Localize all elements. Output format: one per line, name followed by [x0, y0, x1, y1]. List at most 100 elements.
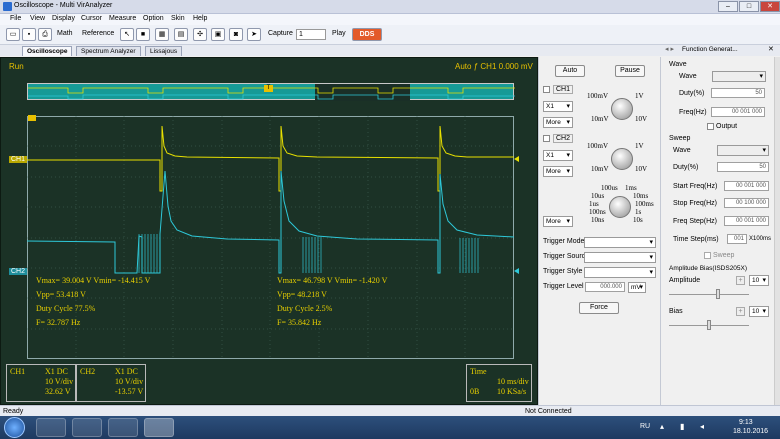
camera-icon[interactable]: ◙ [229, 28, 243, 41]
taskbar-browser-icon[interactable] [36, 418, 66, 437]
fg-amplitude-select[interactable]: 10 [749, 275, 769, 286]
menu-bar: File View Display Cursor Measure Option … [0, 14, 780, 25]
taskbar-date[interactable]: 18.10.2016 [733, 428, 768, 435]
menu-help[interactable]: Help [193, 15, 207, 22]
close-button[interactable]: ✕ [760, 1, 780, 12]
menu-file[interactable]: File [10, 15, 21, 22]
trigger-mode-select[interactable] [584, 237, 656, 248]
tab-oscilloscope[interactable]: Oscilloscope [22, 46, 73, 56]
ch1-enable-label[interactable]: CH1 [553, 85, 574, 94]
tray-volume-icon[interactable]: ◂ [700, 422, 704, 431]
fg-wave-select[interactable] [712, 71, 766, 82]
fg-duty-input[interactable]: 50 [711, 88, 765, 98]
ch2-volts-knob[interactable] [611, 148, 633, 170]
fg-sweep-duty-input[interactable]: 50 [717, 162, 769, 172]
timebase-knob[interactable] [609, 196, 631, 218]
taskbar-time[interactable]: 9:13 [739, 419, 753, 426]
settings-icon[interactable]: ✣ [193, 28, 207, 41]
ch1-probe-select[interactable]: X1 [543, 101, 573, 112]
ch2-marker[interactable]: CH2 [9, 268, 28, 275]
grid-icon[interactable]: ▤ [174, 28, 188, 41]
ch1-more-select[interactable]: More [543, 117, 573, 128]
fg-amplitude-slider[interactable] [669, 294, 749, 295]
capture-input[interactable]: 1 [296, 29, 326, 40]
ch2-probe-select[interactable]: X1 [543, 150, 573, 161]
panel-close-icon[interactable]: ✕ [768, 45, 774, 53]
ch1-vpp: Vpp= 53.418 V [36, 290, 86, 299]
ch1-volt-label-tl: 100mV [587, 92, 608, 100]
ch1-info-offset: 32.62 V [45, 387, 71, 396]
save-icon[interactable]: ▪ [22, 28, 36, 41]
math-button[interactable]: Math [57, 30, 73, 37]
ch2-more-select[interactable]: More [543, 166, 573, 177]
fg-sweep-wave-select[interactable] [717, 145, 769, 156]
pointer-icon[interactable]: ➤ [247, 28, 261, 41]
menu-display[interactable]: Display [52, 15, 75, 22]
ch2-vmax-vmin: Vmax= 46.798 V Vmin= -1.420 V [277, 276, 388, 285]
trigger-time-marker[interactable]: T [264, 85, 273, 92]
trigger-level-unit-select[interactable]: mV [628, 282, 646, 293]
play-button[interactable]: Play [332, 30, 346, 37]
tray-network-icon[interactable]: ▮ [680, 422, 684, 431]
cursor-tool-icon[interactable]: ↖ [120, 28, 134, 41]
taskbar-language[interactable]: RU [640, 423, 650, 430]
menu-skin[interactable]: Skin [171, 15, 185, 22]
fg-scrollbar[interactable] [774, 57, 780, 405]
ch2-enable-label[interactable]: CH2 [553, 134, 574, 143]
open-icon[interactable]: ▭ [6, 28, 20, 41]
ch1-info-box[interactable]: CH1 X1 DC 10 V/div 32.62 V [6, 364, 76, 402]
stop-icon[interactable]: ■ [136, 28, 150, 41]
fg-freq-input[interactable]: 00 001 000 [711, 107, 765, 117]
taskbar-calculator-icon[interactable] [72, 418, 102, 437]
fg-stop-freq-input[interactable]: 00 100 000 [724, 198, 769, 208]
fg-bias-slider-thumb[interactable] [707, 320, 711, 330]
pause-button[interactable]: Pause [615, 65, 645, 77]
status-ready: Ready [3, 408, 24, 415]
menu-cursor[interactable]: Cursor [81, 15, 102, 22]
fg-time-step-input[interactable]: 001 [727, 234, 747, 244]
chip-icon[interactable]: ▣ [211, 28, 225, 41]
trigger-source-select[interactable] [584, 252, 656, 263]
color-icon[interactable]: ▦ [155, 28, 169, 41]
fg-amplitude-slider-thumb[interactable] [716, 289, 720, 299]
print-icon[interactable]: ⎙ [38, 28, 52, 41]
menu-option[interactable]: Option [143, 15, 164, 22]
auto-button[interactable]: Auto [555, 65, 585, 77]
trigger-level-marker[interactable] [28, 115, 36, 121]
fg-freq-step-input[interactable]: 00 001 000 [724, 216, 769, 226]
ch2-info-box[interactable]: CH2 X1 DC 10 V/div -13.57 V [76, 364, 146, 402]
minimize-button[interactable]: – [718, 1, 738, 12]
capture-label: Capture [268, 30, 293, 37]
time-info-box[interactable]: Time 10 ms/div 0B 10 KSa/s [466, 364, 532, 402]
ch2-volt-label-tr: 1V [635, 142, 644, 150]
menu-measure[interactable]: Measure [109, 15, 136, 22]
reference-button[interactable]: Reference [82, 30, 114, 37]
menu-view[interactable]: View [30, 15, 45, 22]
fg-bias-select[interactable]: 10 [749, 306, 769, 317]
ch1-volts-knob[interactable] [611, 98, 633, 120]
tab-spectrum-analyzer[interactable]: Spectrum Analyzer [76, 46, 141, 56]
trigger-style-select[interactable] [584, 267, 656, 278]
trigger-level-text: 0.000 mV [498, 62, 533, 71]
fg-amplitude-plus-icon[interactable]: + [736, 276, 745, 285]
ch1-marker[interactable]: CH1 [9, 156, 28, 163]
ch1-checkbox[interactable] [543, 86, 550, 93]
trigger-level-input[interactable]: 000.000 [585, 282, 625, 292]
ch2-checkbox[interactable] [543, 135, 550, 142]
fg-sweep-checkbox[interactable] [704, 252, 711, 259]
fg-output-checkbox[interactable] [707, 123, 714, 130]
nav-arrows-icon[interactable]: ◂ ▸ [665, 45, 674, 53]
fg-amp-bias-header: Amplitude Bias(ISDS205X) [669, 265, 748, 272]
tray-arrow-icon[interactable]: ▴ [660, 422, 664, 431]
fg-bias-plus-icon[interactable]: + [736, 307, 745, 316]
taskbar-oscilloscope-app-icon[interactable] [144, 418, 174, 437]
waveform-overview[interactable]: T [27, 83, 515, 101]
maximize-button[interactable]: □ [739, 1, 759, 12]
time-more-select[interactable]: More [543, 216, 573, 227]
taskbar-folder-icon[interactable] [108, 418, 138, 437]
start-button-icon[interactable] [4, 417, 25, 438]
force-button[interactable]: Force [579, 302, 619, 314]
tab-lissajous[interactable]: Lissajous [145, 46, 183, 56]
fg-start-freq-input[interactable]: 00 001 000 [724, 181, 769, 191]
dds-button[interactable]: DDS [352, 28, 382, 41]
